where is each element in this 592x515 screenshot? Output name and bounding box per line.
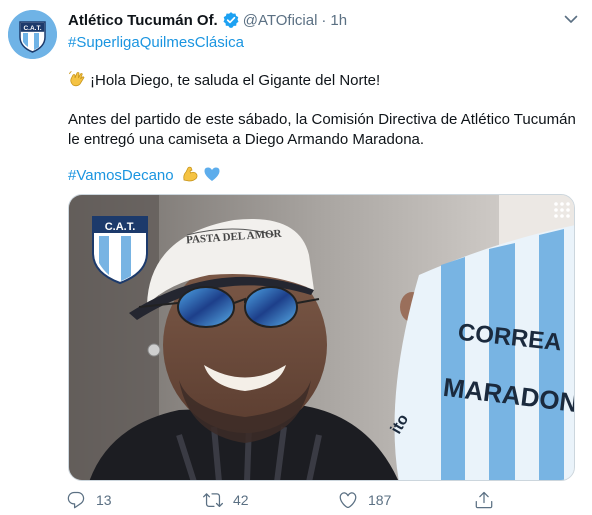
media-grid-icon[interactable] (554, 202, 570, 218)
photo-scene: PASTA DEL AMOR CORREA MARADONA ito C.A.T… (69, 195, 574, 480)
share-icon (475, 491, 493, 509)
like-button[interactable]: 187 (338, 490, 391, 510)
blue-heart-icon (204, 167, 220, 181)
crest-text: C.A.T. (105, 221, 136, 233)
retweet-count: 42 (233, 492, 249, 508)
verified-icon (223, 12, 239, 28)
hashtag-vamosdecano[interactable]: #VamosDecano (68, 167, 174, 184)
tweet-media-photo[interactable]: PASTA DEL AMOR CORREA MARADONA ito C.A.T… (68, 194, 575, 481)
tweet-time[interactable]: 1h (330, 12, 347, 29)
author-name[interactable]: Atlético Tucumán Of. (68, 12, 218, 29)
body-line-1: Antes del partido de este sábado, la Com… (68, 111, 576, 128)
like-icon (339, 492, 357, 509)
chevron-down-icon[interactable] (561, 9, 581, 29)
reply-count: 13 (96, 492, 112, 508)
like-count: 187 (368, 492, 392, 508)
reply-button[interactable]: 13 (66, 490, 112, 510)
club-crest-icon: C.A.T. (8, 10, 57, 59)
reply-icon (67, 491, 85, 509)
tweet: C.A.T. Atlético Tucumán Of. @ATOficial ·… (0, 0, 592, 515)
hashtag-superliga[interactable]: #SuperligaQuilmesClásica (68, 33, 244, 53)
author-handle[interactable]: @ATOficial (243, 12, 318, 29)
share-button[interactable] (474, 490, 504, 510)
retweet-button[interactable]: 42 (203, 490, 249, 510)
hashtag-line: #VamosDecano (68, 165, 221, 186)
body-line-2: le entregó una camiseta a Diego Armando … (68, 131, 425, 148)
greeting-line: ¡Hola Diego, te saluda el Gigante del No… (68, 70, 380, 91)
avatar[interactable]: C.A.T. (8, 10, 57, 59)
separator-dot: · (321, 11, 327, 29)
waving-hand-icon (69, 71, 85, 87)
flexed-biceps-icon (183, 166, 198, 182)
club-crest-overlay: C.A.T. (92, 216, 148, 285)
tweet-actions: 13 42 187 (66, 490, 506, 512)
retweet-icon (203, 493, 223, 508)
tweet-header: Atlético Tucumán Of. @ATOficial · 1h (68, 10, 347, 30)
avatar-crest-text: C.A.T. (23, 25, 41, 32)
greeting-text: ¡Hola Diego, te saluda el Gigante del No… (90, 72, 381, 89)
